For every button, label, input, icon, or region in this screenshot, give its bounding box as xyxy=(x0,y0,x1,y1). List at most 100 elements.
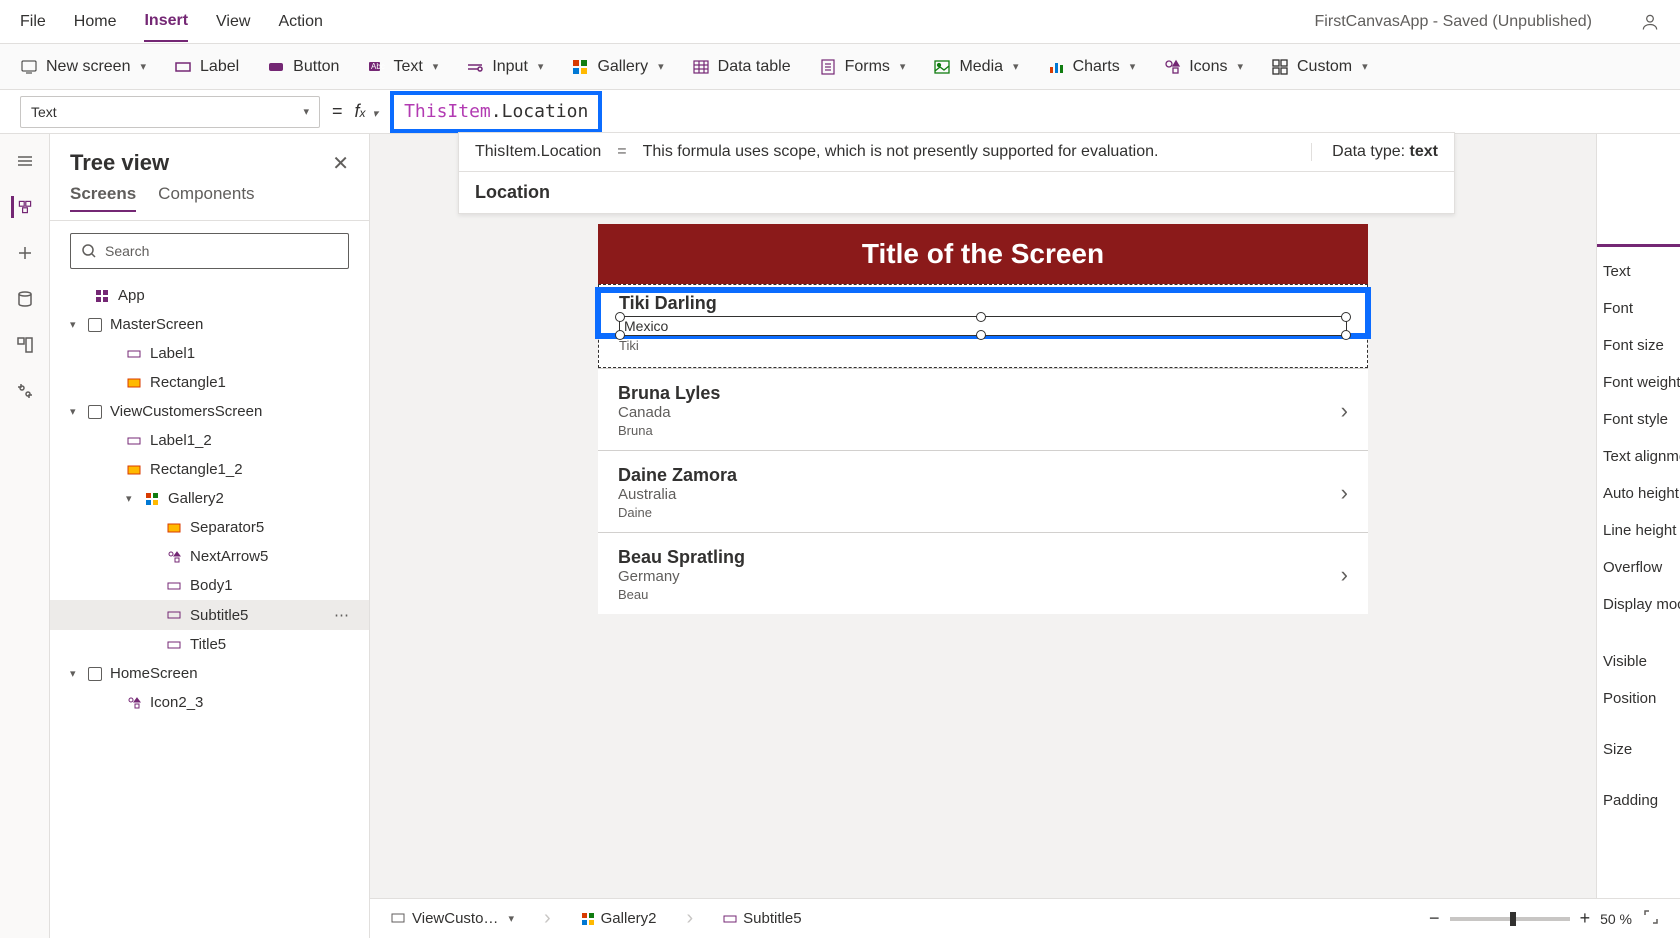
tree-node-label: Title5 xyxy=(190,636,226,653)
prop-font-size[interactable]: Font size xyxy=(1597,327,1680,364)
resize-handle[interactable] xyxy=(1341,330,1351,340)
prop-text-align[interactable]: Text alignme xyxy=(1597,438,1680,475)
tree-node-subtitle5[interactable]: Subtitle5 ⋯ xyxy=(50,600,369,630)
tree-node-gallery2[interactable]: ▾ Gallery2 xyxy=(50,484,369,513)
tree-node-label: Rectangle1_2 xyxy=(150,461,243,478)
tree-node-title5[interactable]: Title5 xyxy=(50,630,369,659)
tree-node-label1-2[interactable]: Label1_2 xyxy=(50,426,369,455)
resize-handle[interactable] xyxy=(976,312,986,322)
fit-screen-icon[interactable] xyxy=(1642,908,1660,929)
menu-icon[interactable] xyxy=(14,150,36,172)
ribbon-text[interactable]: Abc Text ▾ xyxy=(367,58,438,76)
gallery-item[interactable]: Daine Zamora Australia Daine › xyxy=(598,450,1368,532)
formula-input[interactable]: ThisItem.Location xyxy=(390,91,602,133)
chevron-right-icon[interactable]: › xyxy=(1341,562,1348,588)
prop-font[interactable]: Font xyxy=(1597,290,1680,327)
prop-auto-height[interactable]: Auto height xyxy=(1597,475,1680,512)
tab-components[interactable]: Components xyxy=(158,184,254,212)
data-icon[interactable] xyxy=(14,288,36,310)
prop-size[interactable]: Size xyxy=(1597,731,1680,768)
property-selector[interactable]: Text ▾ xyxy=(20,96,320,128)
zoom-in-button[interactable]: + xyxy=(1580,908,1591,929)
ribbon-forms[interactable]: Forms ▾ xyxy=(819,58,906,76)
rectangle-icon xyxy=(126,375,142,391)
ribbon-icons[interactable]: Icons ▾ xyxy=(1163,58,1243,76)
resize-handle[interactable] xyxy=(615,330,625,340)
gallery-item-location-selected[interactable]: Mexico xyxy=(619,316,1347,336)
ribbon-input[interactable]: Input ▾ xyxy=(466,58,543,76)
tree-node-label1[interactable]: Label1 xyxy=(50,339,369,368)
tree-node-rectangle1-2[interactable]: Rectangle1_2 xyxy=(50,455,369,484)
breadcrumb-subtitle[interactable]: Subtitle5 xyxy=(723,910,801,927)
resize-handle[interactable] xyxy=(1341,312,1351,322)
menu-action[interactable]: Action xyxy=(278,3,322,41)
ribbon-label[interactable]: Label xyxy=(174,58,239,76)
menu-view[interactable]: View xyxy=(216,3,250,41)
gallery-item-selected[interactable]: Tiki Darling Mexico Tiki › xyxy=(598,284,1368,368)
menubar: File Home Insert View Action FirstCanvas… xyxy=(0,0,1680,44)
tree-node-nextarrow5[interactable]: NextArrow5 xyxy=(50,542,369,571)
tree-node-app[interactable]: App xyxy=(50,281,369,310)
tab-screens[interactable]: Screens xyxy=(70,184,136,212)
prop-display-mode[interactable]: Display moc xyxy=(1597,586,1680,623)
menu-insert[interactable]: Insert xyxy=(144,2,188,42)
close-icon[interactable]: ✕ xyxy=(332,151,349,176)
label-icon xyxy=(166,607,182,623)
tools-icon[interactable] xyxy=(14,380,36,402)
prop-visible[interactable]: Visible xyxy=(1597,643,1680,680)
insert-icon[interactable] xyxy=(14,242,36,264)
tree-view-icon[interactable] xyxy=(11,196,33,218)
tree-node-master[interactable]: ▾ MasterScreen xyxy=(50,310,369,339)
ribbon-charts[interactable]: Charts ▾ xyxy=(1047,58,1136,76)
prop-line-height[interactable]: Line height xyxy=(1597,512,1680,549)
breadcrumb-screen[interactable]: ViewCusto… ▾ xyxy=(390,910,514,927)
menu-file[interactable]: File xyxy=(20,3,46,41)
chevron-down-icon: ▾ xyxy=(70,405,80,418)
prop-text[interactable]: Text xyxy=(1597,253,1680,290)
tree-node-homescreen[interactable]: ▾ HomeScreen xyxy=(50,659,369,688)
chevron-right-icon[interactable]: › xyxy=(1341,480,1348,506)
tree-node-viewcustomers[interactable]: ▾ ViewCustomersScreen xyxy=(50,397,369,426)
ribbon-button[interactable]: Button xyxy=(267,58,339,76)
more-icon[interactable]: ⋯ xyxy=(334,606,349,624)
resize-handle[interactable] xyxy=(976,330,986,340)
search-input[interactable]: Search xyxy=(70,233,349,269)
chevron-down-icon: ▾ xyxy=(70,318,80,331)
menu-home[interactable]: Home xyxy=(74,3,117,41)
tree-node-rectangle1[interactable]: Rectangle1 xyxy=(50,368,369,397)
checkbox-icon[interactable] xyxy=(88,405,102,419)
zoom-out-button[interactable]: − xyxy=(1429,908,1440,929)
tree-node-icon2-3[interactable]: Icon2_3 xyxy=(50,688,369,717)
ribbon-new-screen[interactable]: New screen ▾ xyxy=(20,58,146,76)
chevron-right-icon[interactable]: › xyxy=(1341,398,1348,424)
checkbox-icon[interactable] xyxy=(88,318,102,332)
tree-node-separator5[interactable]: Separator5 xyxy=(50,513,369,542)
ribbon-text-label: Text xyxy=(393,58,422,76)
checkbox-icon[interactable] xyxy=(88,667,102,681)
canvas[interactable]: Title of the Screen Tiki Darling Mexico … xyxy=(598,224,1368,614)
prop-font-style[interactable]: Font style xyxy=(1597,401,1680,438)
prop-position[interactable]: Position xyxy=(1597,680,1680,717)
ribbon-custom[interactable]: Custom ▾ xyxy=(1271,58,1368,76)
tree-node-label: ViewCustomersScreen xyxy=(110,403,262,420)
gallery-item[interactable]: Bruna Lyles Canada Bruna › xyxy=(598,368,1368,450)
ribbon-data-table[interactable]: Data table xyxy=(692,58,791,76)
resize-handle[interactable] xyxy=(615,312,625,322)
user-icon[interactable] xyxy=(1640,12,1660,32)
chevron-down-icon: ▾ xyxy=(1130,60,1136,73)
ribbon-label-text: Label xyxy=(200,58,239,76)
chevron-down-icon: ▾ xyxy=(538,60,544,73)
ribbon-media[interactable]: Media ▾ xyxy=(933,58,1018,76)
prop-padding[interactable]: Padding xyxy=(1597,782,1680,819)
media-panel-icon[interactable] xyxy=(14,334,36,356)
gallery-item-location: Mexico xyxy=(624,318,668,334)
prop-overflow[interactable]: Overflow xyxy=(1597,549,1680,586)
ribbon-gallery[interactable]: Gallery ▾ xyxy=(571,58,663,76)
fx-icon[interactable]: fx ▾ xyxy=(355,101,379,122)
gallery-item[interactable]: Beau Spratling Germany Beau › xyxy=(598,532,1368,614)
tree-node-body1[interactable]: Body1 xyxy=(50,571,369,600)
arrow-icon xyxy=(166,549,182,565)
zoom-slider[interactable] xyxy=(1450,917,1570,921)
prop-font-weight[interactable]: Font weight xyxy=(1597,364,1680,401)
breadcrumb-gallery[interactable]: Gallery2 xyxy=(581,910,657,927)
